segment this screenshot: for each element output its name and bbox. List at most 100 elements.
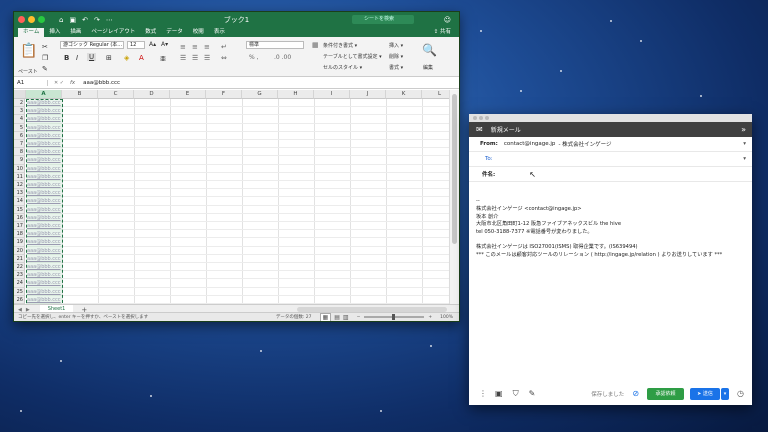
row-header[interactable]: 24 [14,279,25,288]
row-header[interactable]: 18 [14,230,25,239]
cell-a[interactable]: aaa@bbb.ccc [26,189,62,198]
font-size-select[interactable]: 12 [127,41,145,49]
approval-request-button[interactable]: 承認依頼 [647,387,685,400]
scroll-thumb[interactable] [452,94,457,244]
zoom-window-button[interactable] [485,116,489,120]
name-box[interactable]: A1 [14,79,48,86]
cell-a[interactable]: aaa@bbb.ccc [26,238,62,247]
tag-icon[interactable]: ⛉ [513,389,519,399]
column-header[interactable]: D [134,90,170,99]
cell-a[interactable]: aaa@bbb.ccc [26,279,62,288]
row-header[interactable]: 25 [14,287,25,296]
tab-data[interactable]: データ [161,28,188,37]
row-header[interactable]: 22 [14,263,25,272]
decrease-font-icon[interactable]: A▾ [161,41,168,48]
row-header[interactable]: 26 [14,295,25,304]
cell-a[interactable]: aaa@bbb.ccc [26,263,62,272]
send-options-chevron-icon[interactable]: ▾ [721,387,730,400]
merge-center-icon[interactable]: ⇔ [221,54,227,62]
row-header[interactable]: 9 [14,156,25,165]
vertical-scrollbar[interactable] [449,90,459,304]
increase-font-icon[interactable]: A▴ [149,41,156,48]
format-cells-button[interactable]: 書式 ▾ [389,64,403,71]
conditional-format-button[interactable]: 条件付き書式 ▾ [323,42,357,49]
format-painter-icon[interactable]: ✎ [42,65,48,73]
row-header[interactable]: 7 [14,140,25,149]
row-header[interactable]: 10 [14,164,25,173]
cell-a[interactable]: aaa@bbb.ccc [26,197,62,206]
tab-page-layout[interactable]: ページレイアウト [86,28,140,37]
close-window-button[interactable] [473,116,477,120]
column-header[interactable]: H [278,90,314,99]
fill-color-icon[interactable]: ◈ [124,54,129,62]
mail-body-editor[interactable]: -- 株式会社インゲージ <contact@ingage.jp> 坂本 創介 大… [469,182,752,264]
zoom-slider-thumb[interactable] [392,314,396,320]
zoom-in-icon[interactable]: + [428,315,432,320]
send-button[interactable]: ➤ 送信 [690,387,721,400]
row-header[interactable]: 23 [14,271,25,280]
row-header[interactable]: 15 [14,205,25,214]
cell-a[interactable]: aaa@bbb.ccc [26,246,62,255]
column-header[interactable]: E [170,90,206,99]
cell-a[interactable]: aaa@bbb.ccc [26,205,62,214]
from-row[interactable]: From: contact@ingage.jp - 株式会社インゲージ ▾ [469,137,752,152]
subject-row[interactable]: 件名: ↖ [469,167,752,182]
font-color-icon[interactable]: A [139,54,144,62]
row-header[interactable]: 2 [14,99,25,108]
select-all-corner[interactable] [14,90,26,99]
normal-view-icon[interactable]: ▦ [319,312,332,321]
row-header[interactable]: 17 [14,222,25,231]
wrap-text-icon[interactable]: ↵ [221,43,227,51]
page-break-view-icon[interactable]: ▥ [343,314,349,321]
align-bottom-icon[interactable]: ≡ [204,43,210,51]
underline-icon[interactable]: U [87,53,97,61]
align-middle-icon[interactable]: ≡ [192,43,198,51]
column-header[interactable]: K [386,90,422,99]
zoom-out-icon[interactable]: − [357,315,361,320]
italic-icon[interactable]: I [76,54,78,62]
save-draft-icon[interactable]: ▣ [495,389,503,398]
cell-styles-button[interactable]: セルのスタイル ▾ [323,64,362,71]
zoom-slider[interactable] [364,314,425,320]
column-header[interactable]: F [206,90,242,99]
chevron-down-icon[interactable]: ▾ [743,141,746,147]
cell-a[interactable]: aaa@bbb.ccc [26,181,62,190]
insert-cells-button[interactable]: 挿入 ▾ [389,42,403,49]
cell-a[interactable]: aaa@bbb.ccc [26,295,62,304]
spreadsheet-grid[interactable]: A B C D E F G H I J K L 2 aaa@bbb.ccc 3 aaa… [14,90,449,314]
decimal-icon[interactable]: .0 .00 [274,54,291,61]
tab-formulas[interactable]: 数式 [140,28,161,37]
row-header[interactable]: 5 [14,123,25,132]
more-options-icon[interactable]: ⋮ [479,389,487,398]
row-header[interactable]: 19 [14,238,25,247]
font-name-select[interactable]: 游ゴシック Regular (本... [60,41,124,49]
row-header[interactable]: 6 [14,131,25,140]
column-header[interactable]: B [62,90,98,99]
table-format-button[interactable]: テーブルとして書式設定 ▾ [323,53,382,60]
cell-a[interactable]: aaa@bbb.ccc [26,156,62,165]
row-header[interactable]: 21 [14,254,25,263]
cell-a[interactable]: aaa@bbb.ccc [26,287,62,296]
row-header[interactable]: 4 [14,115,25,124]
cell-a[interactable]: aaa@bbb.ccc [26,222,62,231]
column-header[interactable]: A [26,90,62,99]
expand-icon[interactable]: » [741,125,746,134]
row-header[interactable]: 20 [14,246,25,255]
cell-a[interactable]: aaa@bbb.ccc [26,140,62,149]
page-layout-view-icon[interactable]: ▤ [334,314,340,321]
cut-icon[interactable]: ✂ [42,43,48,51]
tab-review[interactable]: 校閲 [188,28,209,37]
row-header[interactable]: 16 [14,213,25,222]
to-label[interactable]: To: [485,156,493,162]
align-right-icon[interactable]: ☰ [204,54,210,62]
row-header[interactable]: 14 [14,197,25,206]
cell-a[interactable]: aaa@bbb.ccc [26,271,62,280]
row-header[interactable]: 8 [14,148,25,157]
tab-draw[interactable]: 描画 [65,28,86,37]
minimize-window-button[interactable] [479,116,483,120]
phonetic-icon[interactable]: 亜 [160,54,166,63]
row-header[interactable]: 13 [14,189,25,198]
cell-a[interactable]: aaa@bbb.ccc [26,213,62,222]
cell-a[interactable]: aaa@bbb.ccc [26,172,62,181]
number-format-select[interactable]: 標準 [246,41,304,49]
